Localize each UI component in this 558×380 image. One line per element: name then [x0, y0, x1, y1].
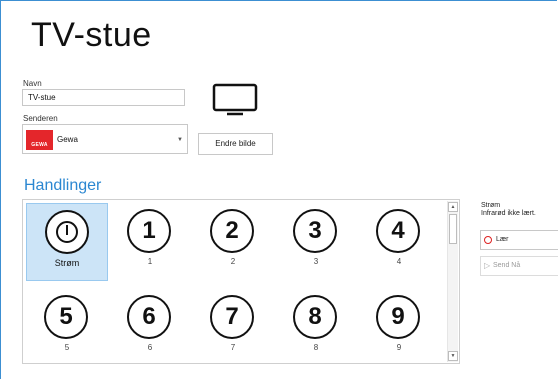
- send-now-label: Send Nå: [493, 262, 521, 269]
- scroll-thumb[interactable]: [449, 214, 457, 244]
- number-4-icon: 4: [376, 209, 420, 253]
- action-tile[interactable]: 33: [275, 203, 357, 281]
- number-9-icon: 9: [376, 295, 420, 339]
- chevron-down-icon: ▼: [177, 137, 183, 143]
- action-tile[interactable]: 55: [26, 289, 108, 367]
- tv-icon: [212, 83, 258, 116]
- actions-heading: Handlinger: [24, 177, 102, 194]
- action-tile-label: 3: [313, 257, 319, 266]
- gewa-logo: GEWA: [26, 130, 53, 150]
- action-tile[interactable]: 88: [275, 289, 357, 367]
- name-field[interactable]: TV-stue: [22, 89, 185, 106]
- action-tile-label: 7: [230, 343, 236, 352]
- action-tile[interactable]: 66: [109, 289, 191, 367]
- send-now-button[interactable]: ▷ Send Nå: [480, 256, 558, 276]
- sender-label: Senderen: [23, 114, 58, 123]
- number-7-icon: 7: [210, 295, 254, 339]
- play-icon: ▷: [484, 261, 491, 270]
- number-5-icon: 5: [44, 295, 88, 339]
- actions-grid: Strøm 1 1 2 2 3 3 4 4 5 5 6 6 7 7 8 8 9 9 ▲ ▼: [22, 199, 460, 364]
- action-tile[interactable]: 99: [358, 289, 440, 367]
- action-tile-label: 2: [230, 257, 236, 266]
- number-8-icon: 8: [293, 295, 337, 339]
- change-image-button[interactable]: Endre bilde: [198, 133, 273, 155]
- action-detail-title: Strøm: [481, 202, 501, 209]
- action-tile[interactable]: 77: [192, 289, 274, 367]
- action-tile-label: 8: [313, 343, 319, 352]
- sender-select[interactable]: GEWA Gewa ▼: [22, 124, 188, 154]
- record-icon: [484, 236, 492, 244]
- actions-scrollbar[interactable]: ▲ ▼: [447, 201, 458, 362]
- action-tile-label: 1: [147, 257, 153, 266]
- number-2-icon: 2: [210, 209, 254, 253]
- sender-value: Gewa: [57, 135, 78, 144]
- action-tile-label: 4: [396, 257, 402, 266]
- action-tile[interactable]: 22: [192, 203, 274, 281]
- action-tile-label: 6: [147, 343, 153, 352]
- ir-status-text: Infrarød ikke lært.: [481, 210, 536, 217]
- action-tile[interactable]: Strøm: [26, 203, 108, 281]
- learn-button[interactable]: Lær: [480, 230, 558, 250]
- power-icon: [45, 210, 89, 254]
- action-tile[interactable]: 11: [109, 203, 191, 281]
- scroll-down-icon[interactable]: ▼: [448, 351, 458, 361]
- name-label: Navn: [23, 79, 42, 88]
- number-6-icon: 6: [127, 295, 171, 339]
- scroll-up-icon[interactable]: ▲: [448, 202, 458, 212]
- action-tile[interactable]: 44: [358, 203, 440, 281]
- page-title: TV-stue: [31, 16, 152, 54]
- action-tile-label: 9: [396, 343, 402, 352]
- action-tile-label: Strøm: [54, 258, 80, 268]
- learn-button-label: Lær: [496, 236, 509, 243]
- number-1-icon: 1: [127, 209, 171, 253]
- action-tile-label: 5: [64, 343, 70, 352]
- number-3-icon: 3: [293, 209, 337, 253]
